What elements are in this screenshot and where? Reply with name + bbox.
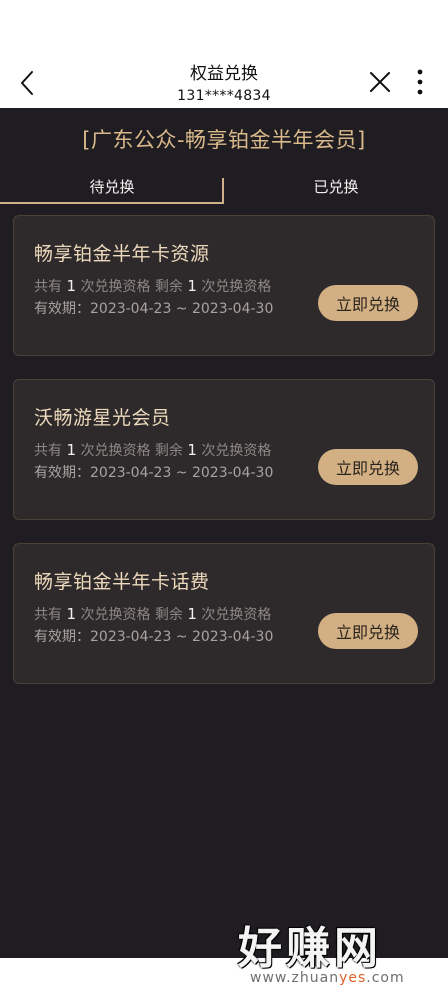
redeem-count: 共有 1 次兑换资格 剩余 1 次兑换资格 bbox=[34, 277, 272, 295]
tab-pending[interactable]: 待兑换 bbox=[0, 168, 224, 204]
total-count: 1 bbox=[66, 605, 76, 623]
tab-redeemed[interactable]: 已兑换 bbox=[224, 168, 448, 204]
close-button[interactable] bbox=[366, 68, 394, 96]
benefit-card: 畅享铂金半年卡话费 共有 1 次兑换资格 剩余 1 次兑换资格 有效期：2023… bbox=[13, 543, 435, 684]
remaining-count: 1 bbox=[187, 441, 197, 459]
watermark: 好赚网 www.zhuanyes.com bbox=[238, 912, 438, 992]
benefit-title: 畅享铂金半年卡资源 bbox=[34, 243, 210, 265]
benefit-card: 沃畅游星光会员 共有 1 次兑换资格 剩余 1 次兑换资格 有效期：2023-0… bbox=[13, 379, 435, 520]
redeem-now-button[interactable]: 立即兑换 bbox=[318, 613, 418, 649]
benefit-card: 畅享铂金半年卡资源 共有 1 次兑换资格 剩余 1 次兑换资格 有效期：2023… bbox=[13, 215, 435, 356]
redeem-now-button[interactable]: 立即兑换 bbox=[318, 285, 418, 321]
redeem-count: 共有 1 次兑换资格 剩余 1 次兑换资格 bbox=[34, 605, 272, 623]
watermark-logo-text: 好赚网 bbox=[238, 923, 382, 974]
top-nav-bar: 权益兑换 131****4834 bbox=[0, 0, 448, 108]
validity-period: 有效期：2023-04-23 ~ 2023-04-30 bbox=[34, 301, 274, 317]
validity-period: 有效期：2023-04-23 ~ 2023-04-30 bbox=[34, 629, 274, 645]
close-icon bbox=[370, 72, 390, 92]
redeem-now-button[interactable]: 立即兑换 bbox=[318, 449, 418, 485]
benefit-title: 畅享铂金半年卡话费 bbox=[34, 571, 210, 593]
total-count: 1 bbox=[66, 441, 76, 459]
redeem-count: 共有 1 次兑换资格 剩余 1 次兑换资格 bbox=[34, 441, 272, 459]
active-tab-indicator bbox=[0, 202, 224, 204]
tab-divider bbox=[222, 178, 224, 204]
watermark-url: www.zhuanyes.com bbox=[250, 970, 405, 986]
total-count: 1 bbox=[66, 277, 76, 295]
validity-period: 有效期：2023-04-23 ~ 2023-04-30 bbox=[34, 465, 274, 481]
more-button[interactable] bbox=[408, 66, 432, 98]
benefit-title: 沃畅游星光会员 bbox=[34, 407, 171, 429]
package-title: [广东公众-畅享铂金半年会员] bbox=[82, 128, 366, 152]
tab-bar: 待兑换 已兑换 bbox=[0, 168, 448, 206]
more-vertical-icon bbox=[417, 69, 423, 95]
page: 权益兑换 131****4834 [广东公众-畅享铂金半年会员] 待兑换 已兑换… bbox=[0, 0, 448, 1000]
remaining-count: 1 bbox=[187, 605, 197, 623]
remaining-count: 1 bbox=[187, 277, 197, 295]
